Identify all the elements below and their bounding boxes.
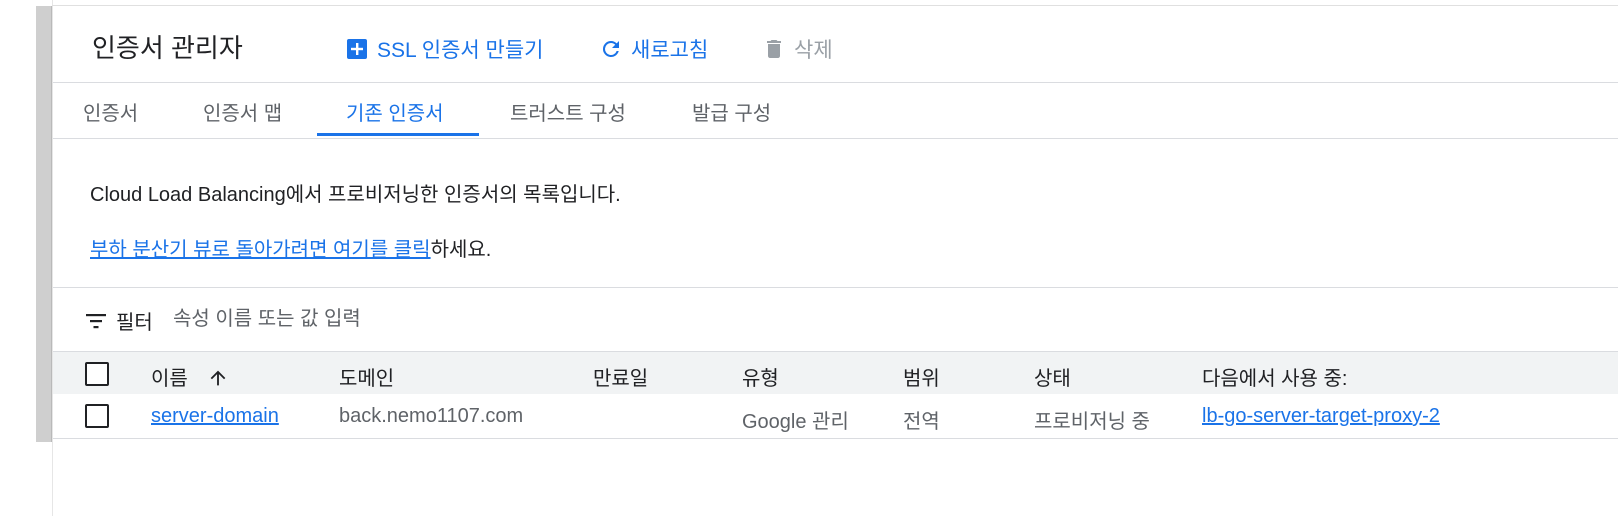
- tab-certificate-maps[interactable]: 인증서 맵: [203, 97, 282, 126]
- column-header-used-by[interactable]: 다음에서 사용 중:: [1202, 362, 1347, 391]
- side-scrollbar[interactable]: [36, 6, 52, 442]
- tab-trust-configs[interactable]: 트러스트 구성: [510, 97, 626, 126]
- column-header-expiry[interactable]: 만료일: [593, 362, 648, 391]
- create-ssl-certificate-button[interactable]: SSL 인증서 만들기: [345, 34, 544, 64]
- refresh-icon: [602, 40, 619, 57]
- certificate-name-link[interactable]: server-domain: [151, 405, 279, 428]
- description-text: Cloud Load Balancing에서 프로비저닝한 인증서의 목록입니다…: [90, 184, 621, 206]
- refresh-label: 새로고침: [631, 39, 709, 62]
- filter-list-icon: [86, 314, 106, 329]
- page-title: 인증서 관리자: [92, 33, 243, 63]
- filter-label: 필터: [116, 312, 153, 334]
- load-balancer-view-link[interactable]: 부하 분산기 뷰로 돌아가려면 여기를 클릭: [90, 239, 431, 261]
- row-checkbox[interactable]: [85, 404, 109, 428]
- refresh-button[interactable]: 새로고침: [599, 34, 708, 64]
- trash-icon: [767, 40, 781, 58]
- filter-bar: 필터: [53, 287, 1618, 351]
- tab-certificates[interactable]: 인증서: [83, 97, 138, 126]
- column-header-status[interactable]: 상태: [1034, 362, 1071, 391]
- link-suffix: 하세요.: [430, 239, 492, 261]
- table-row: server-domain back.nemo1107.com Google 관…: [53, 394, 1618, 439]
- left-gutter: [0, 0, 36, 516]
- tab-bar: 인증서 인증서 맵 기존 인증서 트러스트 구성 발급 구성: [53, 83, 1618, 139]
- page-header: 인증서 관리자 SSL 인증서 만들기 새로고침 삭제: [53, 6, 1618, 83]
- scope-cell: 전역: [903, 411, 940, 433]
- column-header-type[interactable]: 유형: [742, 362, 779, 391]
- select-all-checkbox[interactable]: [85, 362, 109, 386]
- column-header-domain[interactable]: 도메인: [339, 362, 394, 391]
- type-cell: Google 관리: [742, 411, 849, 433]
- domain-cell: back.nemo1107.com: [339, 405, 524, 427]
- active-tab-indicator: [317, 133, 479, 136]
- load-balancer-link-line: 부하 분산기 뷰로 돌아가려면 여기를 클릭하세요.: [90, 233, 491, 262]
- column-header-name-label: 이름: [151, 368, 188, 390]
- delete-button[interactable]: 삭제: [762, 34, 833, 64]
- column-header-scope[interactable]: 범위: [903, 362, 940, 391]
- tab-classic-certificates[interactable]: 기존 인증서: [346, 97, 444, 126]
- column-header-name[interactable]: 이름: [151, 362, 229, 391]
- filter-input[interactable]: [171, 302, 575, 336]
- tab-issuance-configs[interactable]: 발급 구성: [692, 97, 771, 126]
- status-cell: 프로비저닝 중: [1034, 411, 1150, 433]
- delete-label: 삭제: [794, 39, 833, 62]
- used-by-link[interactable]: lb-go-server-target-proxy-2: [1202, 405, 1440, 428]
- add-box-icon: [347, 39, 367, 59]
- sort-ascending-icon: [211, 370, 226, 386]
- table-header-row: 이름 도메인 만료일 유형 범위 상태 다음에서 사용 중:: [53, 351, 1618, 395]
- main-panel: 인증서 관리자 SSL 인증서 만들기 새로고침 삭제 인증서 인증서 맵 기존…: [53, 6, 1618, 516]
- create-ssl-certificate-label: SSL 인증서 만들기: [377, 39, 544, 62]
